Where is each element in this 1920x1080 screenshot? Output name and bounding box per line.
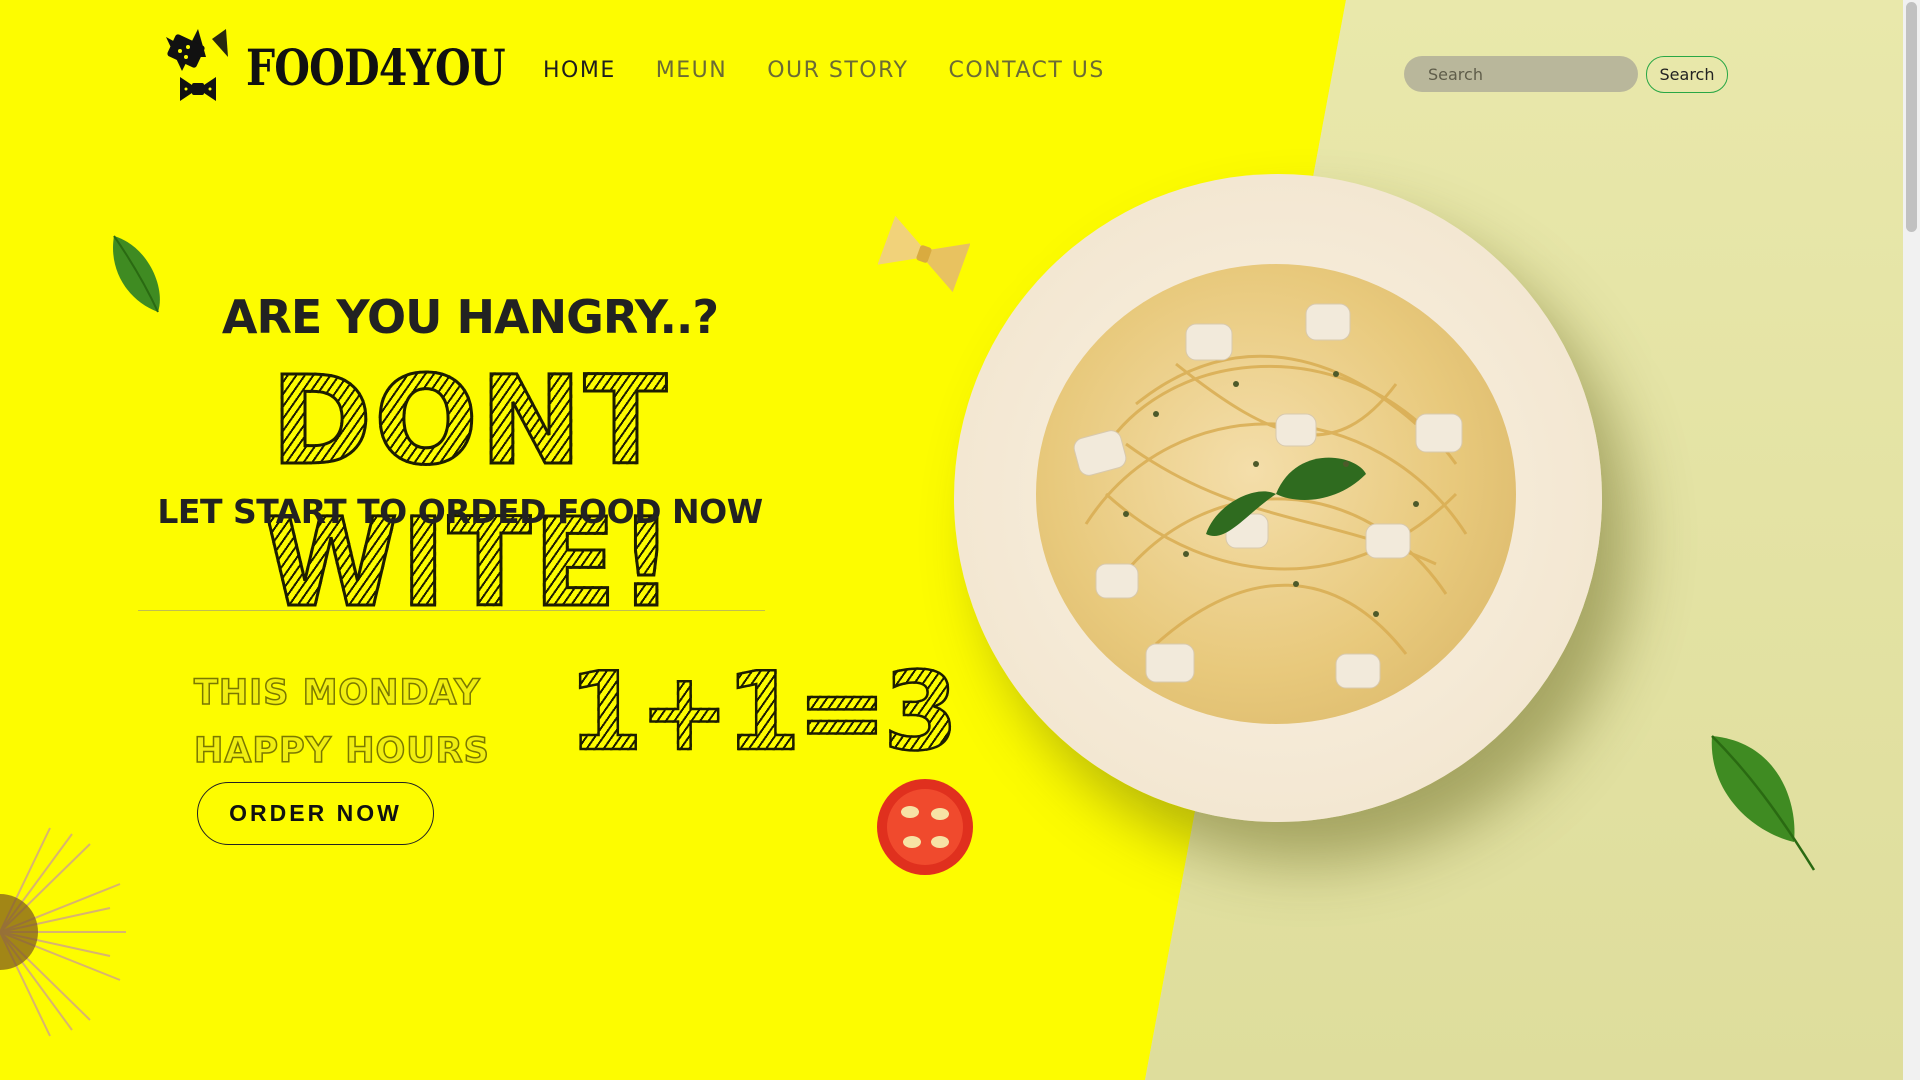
search-button[interactable]: Search (1646, 56, 1728, 93)
hero-subtitle: LET START TO ORDED FOOD NOW (157, 492, 763, 531)
hero-question: ARE YOU HANGRY..? (221, 290, 719, 344)
promo-line-day: THIS MONDAY (193, 672, 481, 714)
search-input[interactable] (1404, 56, 1638, 92)
nav-item-our-story[interactable]: OUR STORY (767, 58, 908, 83)
page-scrollbar[interactable] (1903, 0, 1920, 1080)
farfalle-pasta-icon (878, 215, 970, 293)
brand-logo[interactable]: FOOD4YOU (162, 22, 562, 112)
nav-item-contact-us[interactable]: CONTACT US (948, 58, 1104, 83)
scrollbar-thumb[interactable] (1906, 2, 1917, 232)
nav-item-home[interactable]: HOME (543, 58, 616, 83)
promo-text: THIS MONDAY HAPPY HOURS (193, 664, 490, 780)
brand-name: FOOD4YOU (246, 37, 506, 97)
bow-tie-pasta-icon (166, 29, 228, 101)
pasta-dish (1036, 264, 1516, 724)
pasta-plate-image (954, 174, 1602, 822)
hero-divider (138, 610, 765, 611)
spaghetti-chicken-icon (1073, 303, 1468, 689)
spaghetti-bundle-icon (0, 827, 126, 1037)
promo-deal: 1+1=3 (567, 649, 960, 777)
basil-leaf-icon (113, 235, 160, 313)
order-now-button[interactable]: ORDER NOW (197, 782, 434, 845)
nav-item-menu[interactable]: MEUN (656, 58, 727, 83)
basil-leaf-icon (1711, 735, 1816, 871)
main-nav: HOME MEUN OUR STORY CONTACT US (543, 58, 1105, 83)
tomato-slice-icon (877, 779, 973, 875)
promo-line-hours: HAPPY HOURS (193, 730, 490, 772)
